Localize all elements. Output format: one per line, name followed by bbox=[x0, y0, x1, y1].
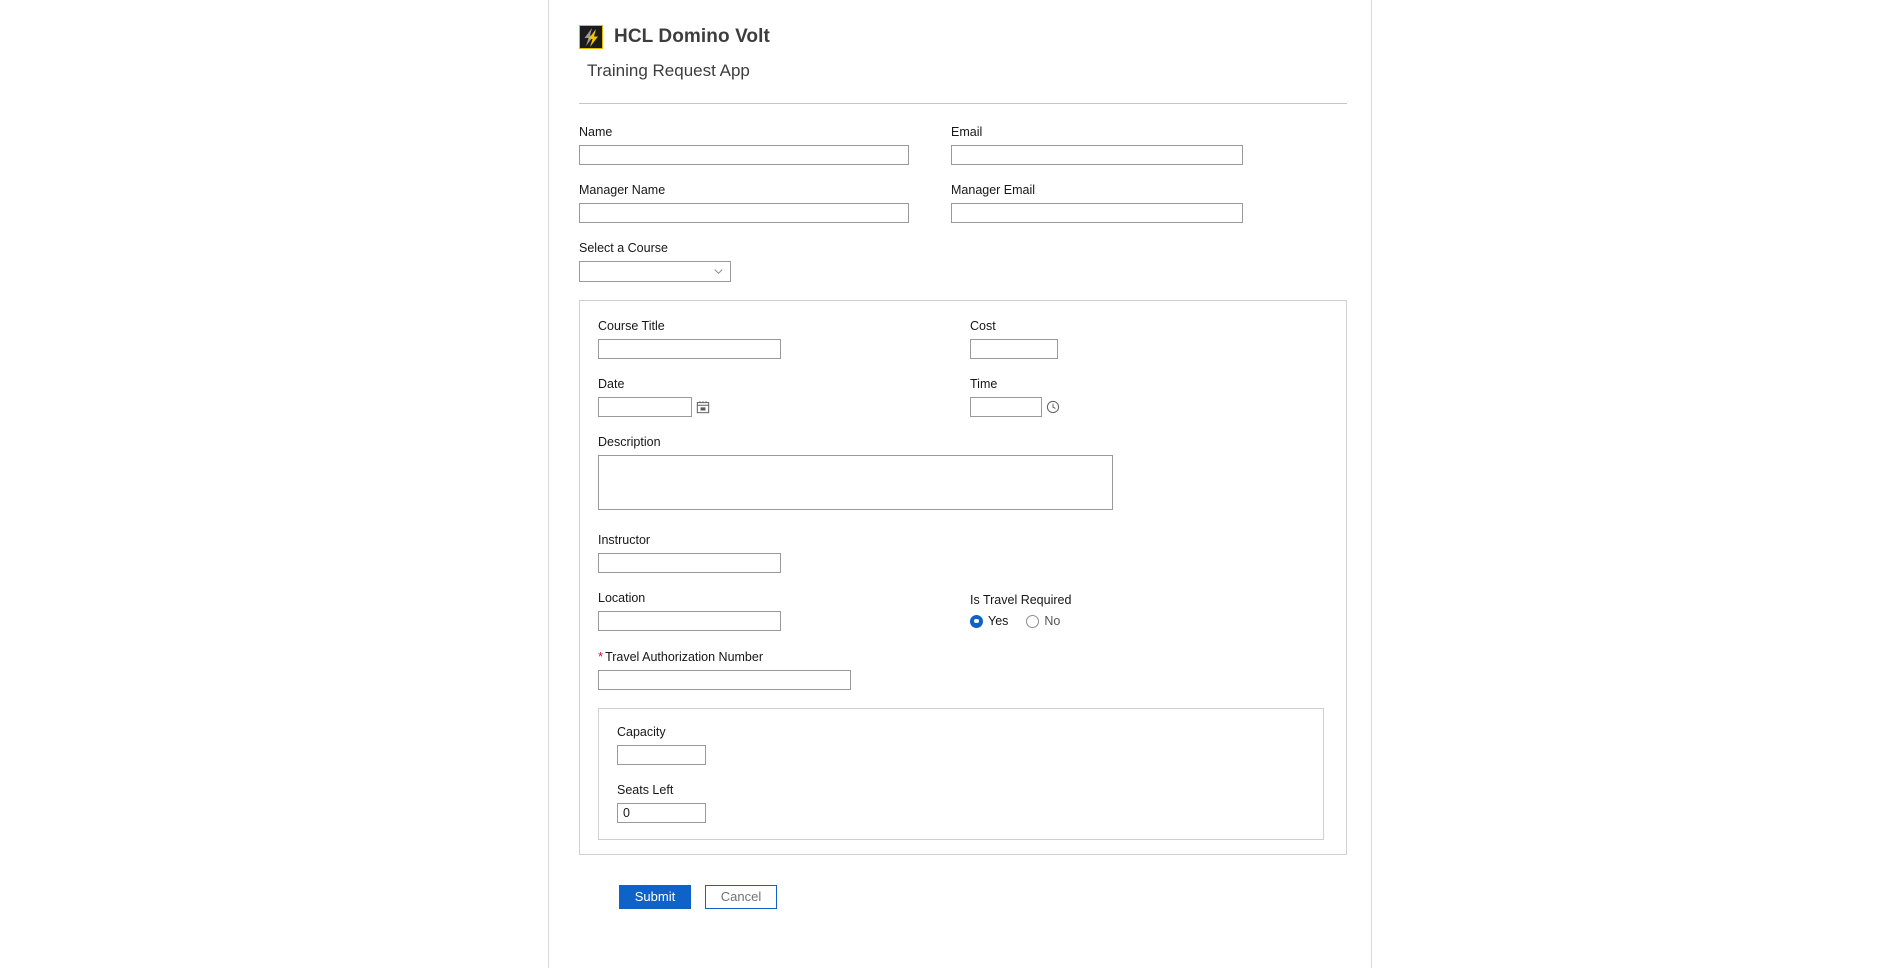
select-course-dropdown[interactable] bbox=[579, 261, 731, 282]
seats-left-input[interactable] bbox=[617, 803, 706, 823]
date-input[interactable] bbox=[598, 397, 692, 417]
is-travel-required-radio-group: Yes No bbox=[970, 614, 1300, 628]
field-manager-name: Manager Name bbox=[579, 183, 951, 223]
name-label: Name bbox=[579, 125, 613, 139]
field-description: Description bbox=[598, 435, 1346, 515]
location-travel-row: Location Is Travel Required Yes No bbox=[598, 591, 1346, 649]
cancel-button[interactable]: Cancel bbox=[705, 885, 777, 909]
field-select-course: Select a Course bbox=[579, 241, 1371, 282]
clock-icon[interactable] bbox=[1046, 400, 1060, 414]
location-label: Location bbox=[598, 591, 646, 605]
name-input[interactable] bbox=[579, 145, 909, 165]
name-email-row: Name Email bbox=[579, 125, 1371, 183]
travel-authorization-number-text: Travel Authorization Number bbox=[605, 650, 764, 664]
description-textarea[interactable] bbox=[598, 455, 1113, 510]
date-label: Date bbox=[598, 377, 625, 391]
manager-row: Manager Name Manager Email bbox=[579, 183, 1371, 241]
training-request-form: Name Email Manager Name Manager Email Se… bbox=[549, 104, 1371, 909]
manager-name-label: Manager Name bbox=[579, 183, 666, 197]
field-course-title: Course Title bbox=[598, 319, 970, 359]
field-is-travel-required: Is Travel Required Yes No bbox=[970, 591, 1300, 628]
course-title-cost-row: Course Title Cost bbox=[598, 319, 1346, 377]
radio-travel-yes-label: Yes bbox=[988, 614, 1009, 628]
course-details-panel: Course Title Cost Date Time Description … bbox=[579, 300, 1347, 855]
field-location: Location bbox=[598, 591, 970, 631]
radio-travel-no-label: No bbox=[1044, 614, 1061, 628]
field-email: Email bbox=[951, 125, 1281, 165]
capacity-panel: Capacity Seats Left bbox=[598, 708, 1324, 840]
app-subtitle: Training Request App bbox=[587, 61, 750, 80]
radio-travel-yes[interactable]: Yes bbox=[970, 614, 1008, 628]
app-title: HCL Domino Volt bbox=[614, 26, 770, 47]
field-cost: Cost bbox=[970, 319, 1300, 359]
travel-authorization-number-input[interactable] bbox=[598, 670, 851, 690]
seats-left-label: Seats Left bbox=[617, 783, 674, 797]
capacity-input[interactable] bbox=[617, 745, 706, 765]
field-date: Date bbox=[598, 377, 970, 417]
app-page-frame: HCL Domino Volt Training Request App Nam… bbox=[548, 0, 1372, 968]
radio-travel-no[interactable]: No bbox=[1026, 614, 1060, 628]
date-time-row: Date Time bbox=[598, 377, 1346, 435]
course-title-label: Course Title bbox=[598, 319, 665, 333]
location-input[interactable] bbox=[598, 611, 781, 631]
field-instructor: Instructor bbox=[598, 533, 1346, 573]
radio-travel-yes-dot[interactable] bbox=[970, 614, 983, 628]
manager-email-input[interactable] bbox=[951, 203, 1243, 223]
capacity-label: Capacity bbox=[617, 725, 666, 739]
field-seats-left: Seats Left bbox=[617, 783, 1323, 823]
select-course-label: Select a Course bbox=[579, 241, 668, 255]
email-label: Email bbox=[951, 125, 983, 139]
is-travel-required-label: Is Travel Required bbox=[970, 593, 1072, 607]
cost-label: Cost bbox=[970, 319, 996, 333]
manager-name-input[interactable] bbox=[579, 203, 909, 223]
course-title-input[interactable] bbox=[598, 339, 781, 359]
field-capacity: Capacity bbox=[617, 725, 1323, 765]
instructor-input[interactable] bbox=[598, 553, 781, 573]
field-manager-email: Manager Email bbox=[951, 183, 1281, 223]
cost-input[interactable] bbox=[970, 339, 1058, 359]
volt-lightning-logo-icon bbox=[579, 25, 603, 49]
travel-authorization-number-label: * Travel Authorization Number bbox=[598, 649, 1346, 665]
form-actions: Submit Cancel bbox=[579, 855, 1371, 909]
required-asterisk: * bbox=[598, 649, 604, 664]
instructor-label: Instructor bbox=[598, 533, 651, 547]
calendar-icon[interactable] bbox=[696, 400, 710, 414]
time-label: Time bbox=[970, 377, 998, 391]
manager-email-label: Manager Email bbox=[951, 183, 1036, 197]
field-travel-authorization-number: * Travel Authorization Number bbox=[598, 649, 1346, 690]
submit-button[interactable]: Submit bbox=[619, 885, 691, 909]
time-input[interactable] bbox=[970, 397, 1042, 417]
field-time: Time bbox=[970, 377, 1300, 417]
field-name: Name bbox=[579, 125, 951, 165]
email-input[interactable] bbox=[951, 145, 1243, 165]
app-header: HCL Domino Volt bbox=[549, 0, 1371, 49]
chevron-down-icon bbox=[714, 269, 723, 275]
description-label: Description bbox=[598, 435, 661, 449]
radio-travel-no-dot[interactable] bbox=[1026, 614, 1040, 628]
